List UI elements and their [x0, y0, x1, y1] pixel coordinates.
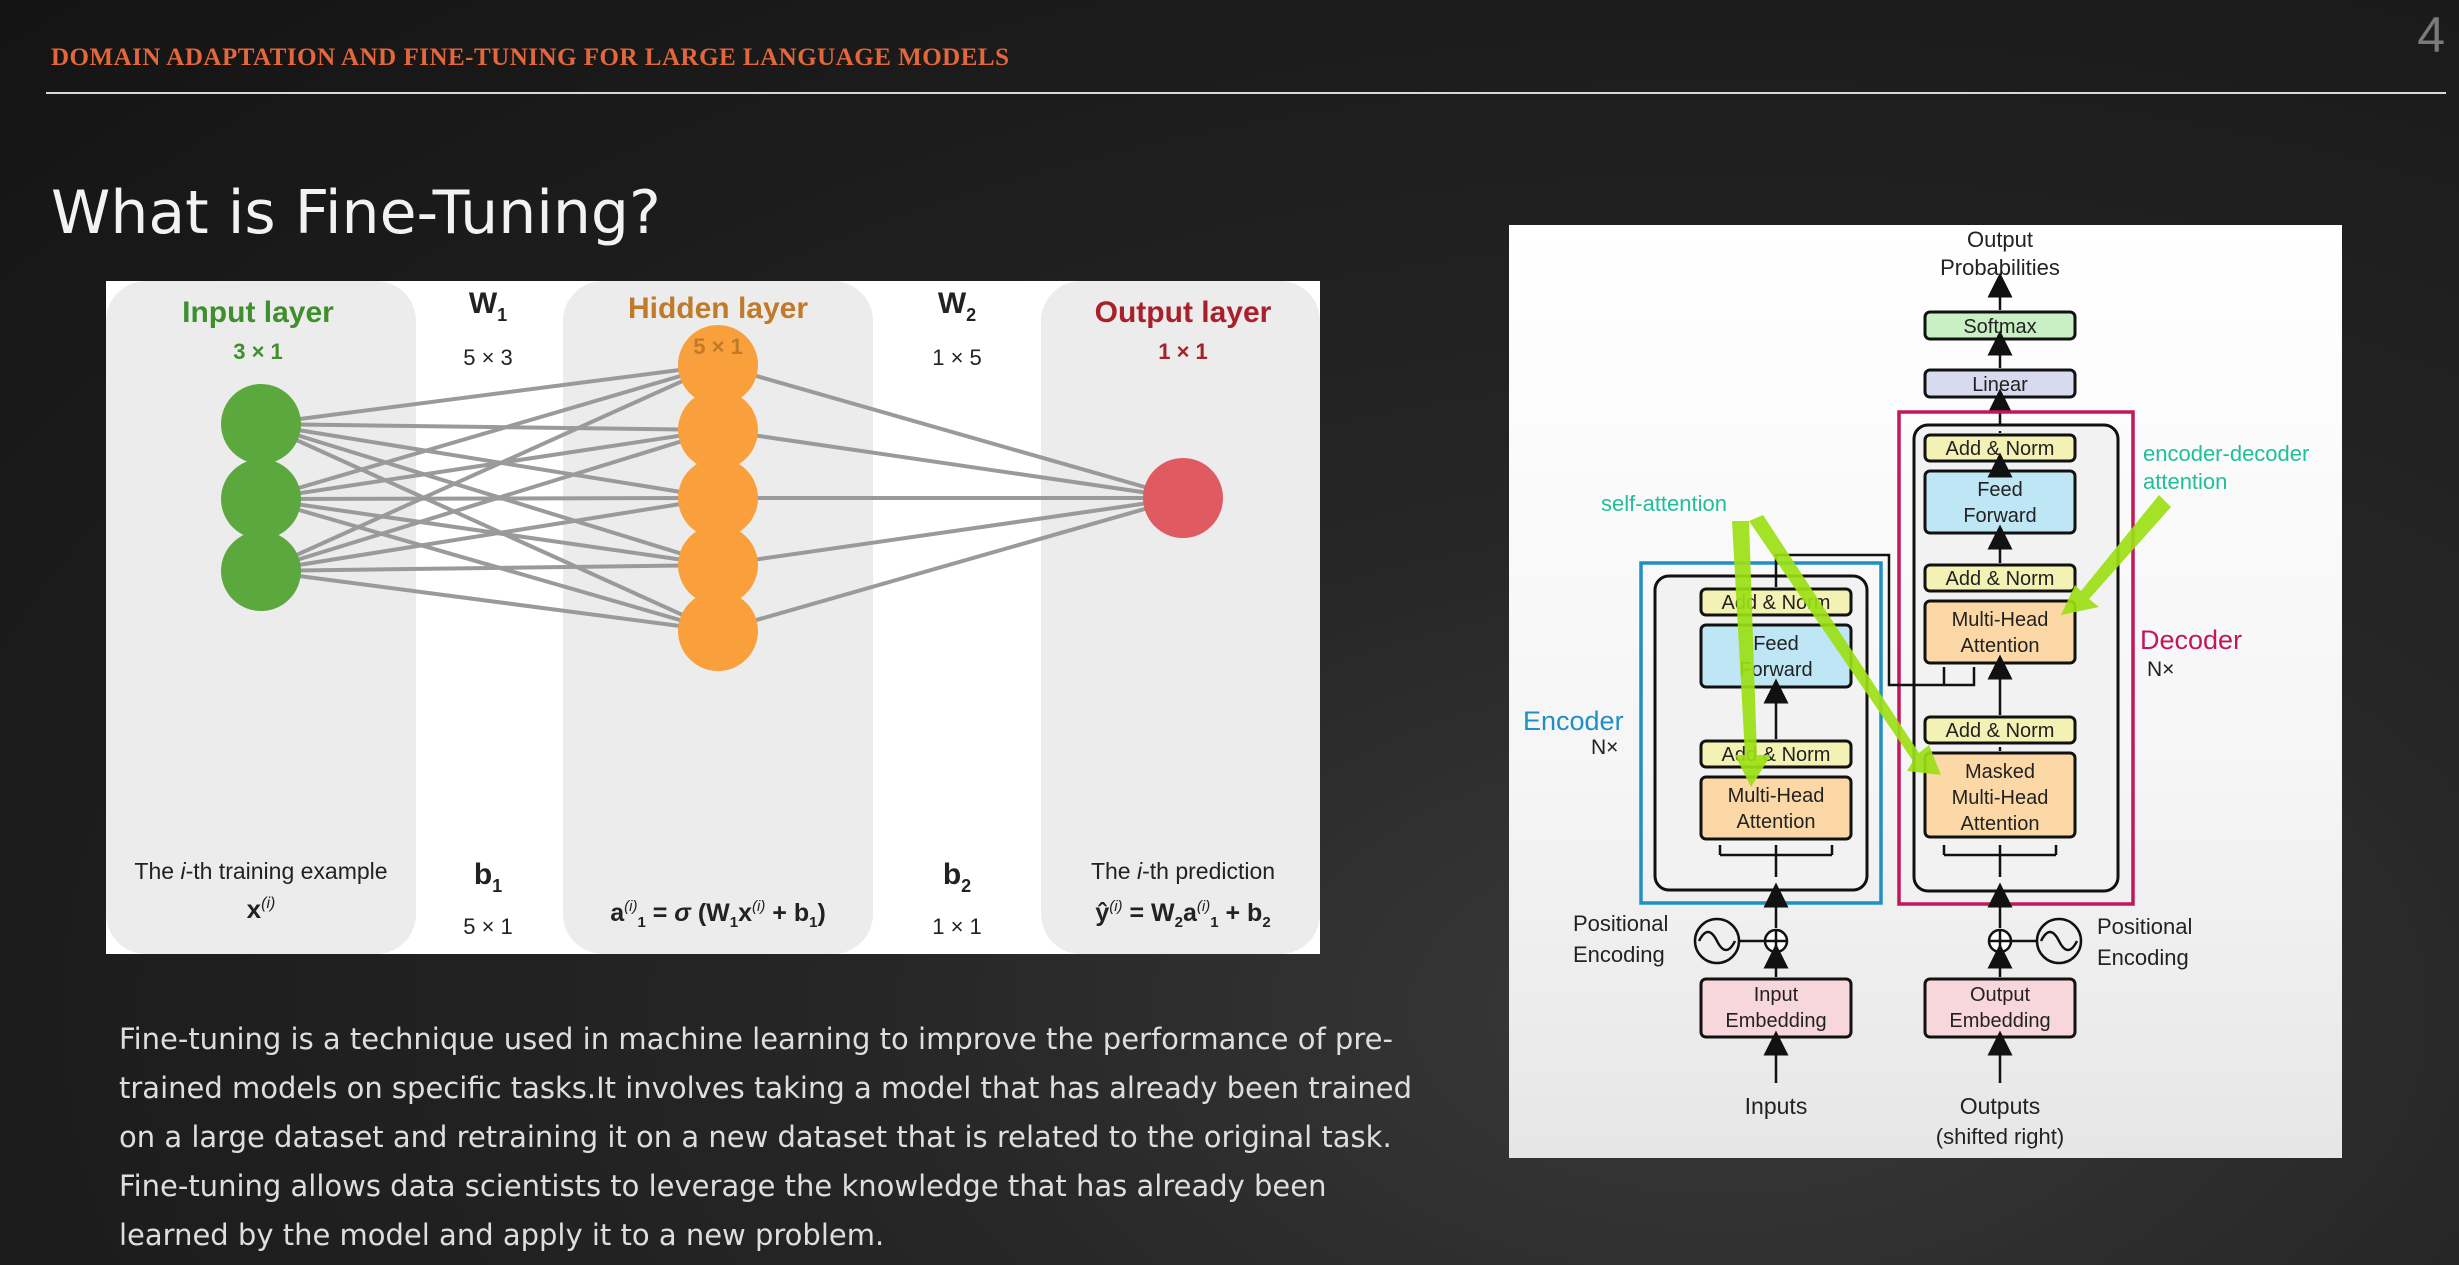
- pos-enc-left-line2: Encoding: [1573, 942, 1665, 967]
- decoder-add-norm-3-label: Add & Norm: [1946, 438, 2055, 460]
- input-layer-label: Input layer: [182, 296, 334, 329]
- pos-enc-right-line2: Encoding: [2097, 945, 2189, 970]
- pos-enc-right-line1: Positional: [2097, 914, 2192, 939]
- softmax-label: Softmax: [1963, 316, 2036, 338]
- w1-dims: 5 × 3: [463, 345, 513, 370]
- slide-body-text: Fine-tuning is a technique used in machi…: [119, 1022, 1413, 1252]
- linear-label: Linear: [1972, 374, 2028, 396]
- decoder-masked-line3: Attention: [1961, 813, 2040, 835]
- w2-dims: 1 × 5: [932, 345, 982, 370]
- output-layer-label: Output layer: [1095, 296, 1272, 329]
- encoder-label: Encoder: [1523, 706, 1624, 736]
- self-attention-label: self-attention: [1601, 491, 1727, 516]
- header-divider: [46, 92, 2446, 94]
- output-formula: ŷ(i) = W2a(i)1 + b2: [1095, 898, 1270, 931]
- hidden-layer-label: Hidden layer: [628, 292, 808, 325]
- decoder-mha-line2: Attention: [1961, 635, 2040, 657]
- output-embedding-line2: Embedding: [1949, 1010, 2050, 1032]
- slide-title: What is Fine-Tuning?: [51, 178, 661, 248]
- encoder-stack: [1653, 574, 1869, 892]
- input-caption: The i-th training example: [134, 858, 387, 884]
- enc-dec-attention-line2: attention: [2143, 469, 2227, 494]
- decoder-masked-line2: Multi-Head: [1952, 787, 2049, 809]
- outputs-line2: (shifted right): [1936, 1124, 2064, 1149]
- w1-label: W1: [469, 287, 507, 325]
- encoder-nx: N×: [1591, 736, 1618, 759]
- output-probabilities-line2: Probabilities: [1940, 255, 2060, 280]
- input-embedding-line1: Input: [1754, 984, 1799, 1006]
- decoder-ff-line2: Forward: [1963, 505, 2036, 527]
- course-title: DOMAIN ADAPTATION AND FINE-TUNING FOR LA…: [51, 44, 1010, 71]
- decoder-add-norm-2-label: Add & Norm: [1946, 568, 2055, 590]
- b2-dims: 1 × 1: [932, 914, 982, 939]
- input-embedding-line2: Embedding: [1725, 1010, 1826, 1032]
- decoder-ff-line1: Feed: [1977, 479, 2023, 501]
- hidden-layer-dims: 5 × 1: [693, 334, 743, 359]
- input-node: [221, 459, 301, 539]
- decoder-nx: N×: [2147, 658, 2174, 681]
- input-column-bg: [106, 281, 416, 954]
- decoder-label: Decoder: [2140, 625, 2242, 655]
- input-node: [221, 531, 301, 611]
- page-number: 4: [2417, 7, 2445, 63]
- transformer-figure: Output Probabilities Softmax Linear Add …: [1509, 225, 2342, 1158]
- b2-label: b2: [943, 858, 971, 896]
- enc-dec-attention-line1: encoder-decoder: [2143, 441, 2309, 466]
- b1-label: b1: [474, 858, 502, 896]
- transformer-diagram: Output Probabilities Softmax Linear Add …: [1523, 227, 2309, 1149]
- decoder-add-norm-1-label: Add & Norm: [1946, 720, 2055, 742]
- output-node: [1143, 458, 1223, 538]
- hidden-node: [678, 591, 758, 671]
- neural-network-figure: Input layer 3 × 1 W1 5 × 3 Hidden layer …: [106, 281, 1320, 954]
- encoder-mha-line1: Multi-Head: [1728, 785, 1825, 807]
- output-probabilities-line1: Output: [1967, 227, 2033, 252]
- output-embedding-line1: Output: [1970, 984, 2030, 1006]
- neural-network-diagram: Input layer 3 × 1 W1 5 × 3 Hidden layer …: [106, 281, 1320, 954]
- input-layer-dims: 3 × 1: [233, 339, 283, 364]
- pos-enc-left-line1: Positional: [1573, 911, 1668, 936]
- decoder-mha-line1: Multi-Head: [1952, 609, 2049, 631]
- inputs-label: Inputs: [1745, 1093, 1808, 1119]
- output-caption: The i-th prediction: [1091, 858, 1275, 884]
- b1-dims: 5 × 1: [463, 914, 513, 939]
- encoder-mha-line2: Attention: [1737, 811, 1816, 833]
- encoder-ff-line1: Feed: [1753, 633, 1799, 655]
- decoder-masked-line1: Masked: [1965, 761, 2035, 783]
- w2-label: W2: [938, 287, 976, 325]
- output-layer-dims: 1 × 1: [1158, 339, 1208, 364]
- input-node: [221, 384, 301, 464]
- outputs-line1: Outputs: [1960, 1093, 2041, 1119]
- output-column-bg: [1041, 281, 1320, 954]
